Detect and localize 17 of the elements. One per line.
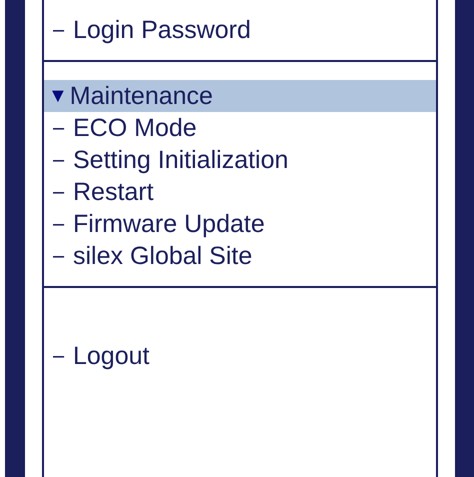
dash-bullet: －	[46, 209, 71, 240]
menu-link[interactable]: silex Global Site	[73, 240, 252, 272]
dash-bullet: －	[46, 113, 71, 144]
expand-arrow: ▼	[48, 84, 68, 109]
menu-section-header[interactable]: ▼Maintenance	[44, 80, 436, 112]
dash-bullet: －	[46, 15, 71, 46]
dash-bullet: －	[46, 241, 71, 272]
menu-link[interactable]: Firmware Update	[73, 208, 265, 240]
dash-bullet: －	[46, 341, 71, 372]
menu-link[interactable]: Setting Initialization	[73, 144, 288, 176]
menu-link[interactable]: Restart	[73, 176, 154, 208]
dash-bullet: －	[46, 145, 71, 176]
section-title: Maintenance	[70, 81, 213, 112]
menu-link[interactable]: ECO Mode	[73, 112, 197, 144]
menu-link[interactable]: Login Password	[73, 14, 251, 46]
dash-bullet: －	[46, 177, 71, 208]
menu-link[interactable]: Logout	[73, 340, 150, 372]
